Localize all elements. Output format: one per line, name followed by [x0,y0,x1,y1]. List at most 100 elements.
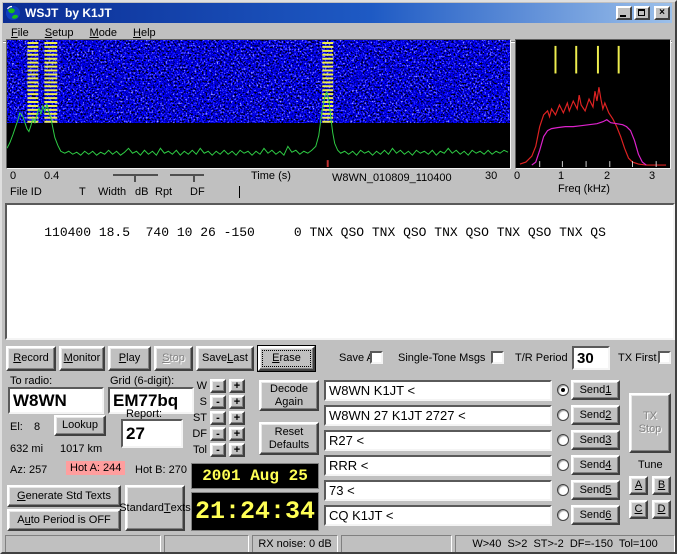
col-width: Width [98,186,126,198]
maximize-button[interactable] [634,6,650,20]
time-display: 21:24:34 [191,492,319,531]
to-radio-input[interactable] [8,387,104,414]
azimuth-value: Az: 257 [10,464,47,476]
freq-tick-3: 3 [649,170,655,182]
spinner-label-s: S [185,396,207,408]
col-file-id: File ID [10,186,42,198]
send-4-radio[interactable] [557,459,569,471]
send-5-button[interactable]: Send 5 [571,480,620,500]
col-t: T [79,186,86,198]
window-title: WSJT by K1JT [25,6,614,20]
date-display: 2001 Aug 25 [191,463,319,489]
erase-button[interactable]: Erase [258,346,315,371]
spinner-label-df: DF [185,428,207,440]
lookup-button[interactable]: Lookup [54,415,106,436]
app-globe-icon [5,5,21,21]
time-axis-end: 30 [485,170,497,182]
time-axis-label: Time (s) [251,170,291,182]
decode-again-button[interactable]: Decode Again [259,380,319,411]
hot-a-badge: Hot A: 244 [66,461,125,475]
w-minus-button[interactable]: - [210,379,226,393]
freq-tick-0: 0 [514,170,520,182]
reset-defaults-button[interactable]: Reset Defaults [259,422,319,455]
message-3-input[interactable] [324,430,552,451]
tx-first-checkbox[interactable] [658,351,671,364]
send-6-button[interactable]: Send 6 [571,505,620,525]
s-plus-button[interactable]: + [229,395,245,409]
grid-label: Grid (6-digit): [110,375,174,387]
tune-a-button[interactable]: A [629,476,648,495]
freq-axis-label: Freq (kHz) [558,183,610,195]
distance-km: 1017 km [60,443,102,455]
auto-period-button[interactable]: Auto Period is OFF [7,509,121,531]
standard-texts-button[interactable]: Standard Texts [125,485,185,531]
decoded-text-area[interactable]: 110400 18.5 740 10 26 -150 0 TNX QSO TNX… [5,203,675,340]
send-5-radio[interactable] [557,484,569,496]
distance-mi: 632 mi [10,443,43,455]
s-minus-button[interactable]: - [210,395,226,409]
tune-b-button[interactable]: B [652,476,671,495]
df-plus-button[interactable]: + [229,427,245,441]
freq-tick-2: 2 [604,170,610,182]
stop-button: Stop [154,346,193,371]
col-df: DF [190,186,205,198]
send-2-button[interactable]: Send 2 [571,405,620,425]
w-plus-button[interactable]: + [229,379,245,393]
send-6-radio[interactable] [557,509,569,521]
send-4-button[interactable]: Send 4 [571,455,620,475]
send-1-radio[interactable] [557,384,569,396]
time-marker-handles[interactable] [112,173,208,185]
status-rx-noise: RX noise: 0 dB [252,535,338,553]
noise-field [7,40,510,123]
message-2-input[interactable] [324,405,552,426]
minimize-button[interactable] [616,6,632,20]
status-thresholds: W>40 S>2 ST>-2 DF=-150 Tol=100 [455,535,675,553]
close-button[interactable]: × [654,6,670,20]
el-value: 8 [34,421,40,433]
spinner-label-w: W [185,380,207,392]
tx-stop-button: TX Stop [629,393,671,453]
title-bar: WSJT by K1JT × [3,3,672,23]
save-last-button[interactable]: Save Last [196,346,254,371]
report-input[interactable] [121,419,183,448]
single-tone-checkbox[interactable] [491,351,504,364]
save-all-checkbox[interactable] [370,351,383,364]
tol-minus-button[interactable]: - [210,443,226,457]
hot-b-value: Hot B: 270 [135,464,187,476]
tr-period-input[interactable] [572,346,610,370]
spinner-label-tol: Tol [185,444,207,456]
close-icon: × [659,8,665,18]
col-db: dB [135,186,148,198]
status-panel-2 [164,535,249,553]
time-axis-marker-value: 0.4 [44,170,59,182]
send-1-button[interactable]: Send 1 [571,380,620,400]
send-2-radio[interactable] [557,409,569,421]
wsjt-window: WSJT by K1JT × File Setup Mode Help [0,0,677,554]
single-tone-label: Single-Tone Msgs [398,352,485,364]
minimize-icon [620,15,626,17]
message-4-input[interactable] [324,455,552,476]
text-cursor [239,186,240,198]
generate-std-texts-button[interactable]: Generate Std Texts [7,485,121,507]
st-plus-button[interactable]: + [229,411,245,425]
spectrum-display [515,39,671,169]
message-5-input[interactable] [324,480,552,501]
message-1-input[interactable] [324,380,552,401]
tol-plus-button[interactable]: + [229,443,245,457]
df-minus-button[interactable]: - [210,427,226,441]
message-6-input[interactable] [324,505,552,526]
record-button[interactable]: Record [6,346,56,371]
tune-c-button[interactable]: C [629,500,648,519]
el-label: El: [10,421,23,433]
monitor-button[interactable]: Monitor [59,346,105,371]
erase-label: Erase [272,352,301,365]
file-id-label: W8WN_010809_110400 [332,172,452,184]
play-button[interactable]: Play [108,346,151,371]
spinner-label-st: ST [185,412,207,424]
tune-d-button[interactable]: D [652,500,671,519]
to-radio-label: To radio: [10,375,52,387]
send-3-radio[interactable] [557,434,569,446]
st-minus-button[interactable]: - [210,411,226,425]
tx-first-label: TX First [618,352,657,364]
send-3-button[interactable]: Send 3 [571,430,620,450]
